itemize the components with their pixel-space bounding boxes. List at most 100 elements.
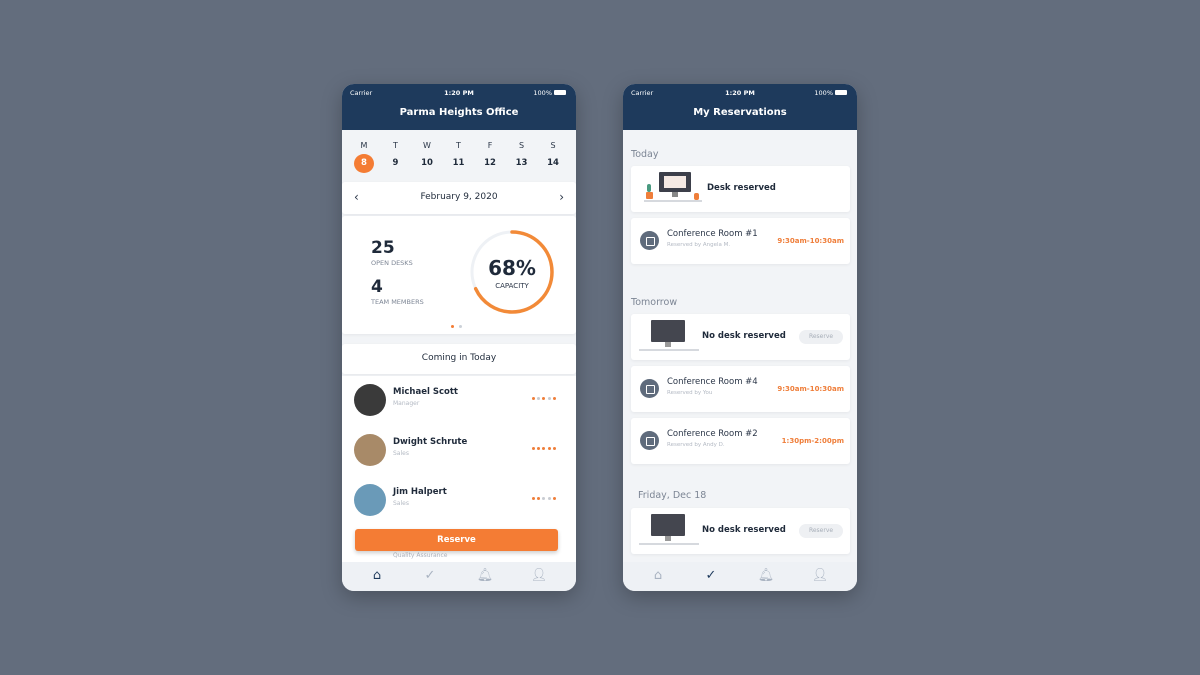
open-desks-label: OPEN DESKS [371, 259, 413, 267]
battery-icon [835, 90, 847, 95]
partial-role: Quality Assurance [393, 552, 448, 559]
time-range: 1:30pm-2:00pm [781, 437, 844, 445]
status-dot [542, 497, 546, 500]
user-icon[interactable]: 👤︎ [810, 567, 830, 585]
home-screen: Carrier 1:20 PM 100% Parma Heights Offic… [342, 84, 576, 591]
no-desk-card: No desk reserved Reserve [631, 508, 850, 554]
room-name: Conference Room #4 [667, 377, 758, 387]
desk-status: Desk reserved [707, 183, 776, 193]
page-dot[interactable] [459, 325, 462, 328]
avatar [354, 484, 386, 516]
reserved-by: Reserved by Angela M. [667, 242, 731, 248]
check-icon[interactable]: ✓ [701, 567, 721, 585]
weekday-letter: W [423, 141, 431, 150]
team-members-count: 4 [371, 277, 383, 297]
status-dot [532, 447, 535, 450]
battery-text: 100% [533, 89, 552, 97]
bell-icon[interactable]: 🔔︎ [756, 567, 776, 585]
person-name: Jim Halpert [393, 487, 447, 497]
room-name: Conference Room #2 [667, 429, 758, 439]
capacity-percent: 68% [488, 256, 536, 280]
home-icon[interactable]: ⌂ [648, 567, 668, 585]
person-role: Sales [393, 450, 409, 457]
status-dot [547, 447, 551, 450]
reserved-by: Reserved by You [667, 390, 713, 396]
battery-icon [554, 90, 566, 95]
status-dot [537, 497, 541, 500]
open-desks-count: 25 [371, 238, 395, 258]
conference-room-card[interactable]: Conference Room #2 Reserved by Andy D. 1:3… [631, 418, 850, 464]
avatar [354, 434, 386, 466]
page-title: My Reservations [693, 107, 787, 118]
section-friday: Friday, Dec 18 [638, 490, 707, 501]
status-dot [532, 397, 535, 400]
list-item[interactable]: Jim Halpert Sales [342, 484, 576, 524]
battery-text: 100% [814, 89, 833, 97]
room-name: Conference Room #1 [667, 229, 758, 239]
capacity-label: CAPACITY [495, 282, 529, 290]
coming-in-header: Coming in Today [342, 344, 576, 374]
monitor-icon [639, 320, 699, 354]
weekday-letter: T [393, 141, 398, 150]
section-today: Today [631, 149, 659, 160]
conference-room-card[interactable]: Conference Room #4 Reserved by You 9:30am-… [631, 366, 850, 412]
day-11[interactable]: 11 [449, 154, 469, 173]
status-dot [547, 497, 551, 500]
page-title: Parma Heights Office [399, 107, 519, 118]
team-members-label: TEAM MEMBERS [371, 298, 424, 306]
monitor-icon [639, 514, 699, 548]
building-icon [640, 431, 659, 450]
person-role: Manager [393, 400, 420, 407]
weekday-letter: F [487, 141, 493, 150]
status-dot [552, 397, 556, 400]
weekday-letter: M [360, 141, 368, 150]
desk-status: No desk reserved [702, 525, 786, 535]
status-dot [552, 497, 556, 500]
stats-card: 25 OPEN DESKS 4 TEAM MEMBERS 68% CAPACIT… [342, 216, 576, 334]
day-12[interactable]: 12 [480, 154, 500, 173]
home-icon[interactable]: ⌂ [367, 567, 387, 585]
selected-date: February 9, 2020 [420, 192, 498, 202]
building-icon [640, 379, 659, 398]
conference-room-card[interactable]: Conference Room #1 Reserved by Angela M. 9… [631, 218, 850, 264]
desk-reserved-card[interactable]: Desk reserved [631, 166, 850, 212]
list-item[interactable]: Dwight Schrute Sales [342, 434, 576, 474]
chevron-right-icon[interactable]: › [559, 190, 564, 204]
section-title: Coming in Today [421, 353, 497, 363]
desk-status: No desk reserved [702, 331, 786, 341]
date-navigator: ‹ February 9, 2020 › [342, 182, 576, 214]
list-item[interactable]: Michael Scott Manager [342, 384, 576, 424]
user-icon[interactable]: 👤︎ [529, 567, 549, 585]
time-range: 9:30am-10:30am [777, 385, 844, 393]
bell-icon[interactable]: 🔔︎ [475, 567, 495, 585]
status-dot [547, 397, 551, 400]
section-tomorrow: Tomorrow [631, 297, 678, 308]
reservations-screen: Carrier 1:20 PM 100% My Reservations Tod… [623, 84, 857, 591]
reserve-desk-button[interactable]: Reserve [799, 524, 843, 538]
day-8[interactable]: 8 [354, 154, 374, 173]
header: Carrier 1:20 PM 100% My Reservations [623, 84, 857, 130]
day-13[interactable]: 13 [512, 154, 532, 173]
person-name: Dwight Schrute [393, 437, 468, 447]
person-name: Michael Scott [393, 387, 458, 397]
check-icon[interactable]: ✓ [420, 567, 440, 585]
reserved-by: Reserved by Andy D. [667, 442, 725, 448]
day-9[interactable]: 9 [386, 154, 406, 173]
no-desk-card: No desk reserved Reserve [631, 314, 850, 360]
weekday-letter: T [456, 141, 461, 150]
tab-bar: ⌂ ✓ 🔔︎ 👤︎ [342, 562, 576, 591]
time-range: 9:30am-10:30am [777, 237, 844, 245]
tab-bar: ⌂ ✓ 🔔︎ 👤︎ [623, 562, 857, 591]
day-14[interactable]: 14 [543, 154, 563, 173]
reserve-button[interactable]: Reserve [355, 529, 558, 551]
avatar [354, 384, 386, 416]
building-icon [640, 231, 659, 250]
person-role: Sales [393, 500, 409, 507]
reserve-desk-button[interactable]: Reserve [799, 330, 843, 344]
day-10[interactable]: 10 [417, 154, 437, 173]
page-dot-active[interactable] [451, 325, 454, 328]
weekday-letter: S [550, 141, 556, 150]
status-dot [537, 397, 541, 400]
status-dot [532, 497, 535, 500]
status-dot [552, 447, 556, 450]
